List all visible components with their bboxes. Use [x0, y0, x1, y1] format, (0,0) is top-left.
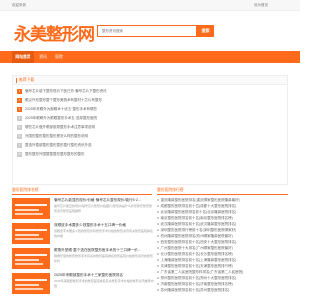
section-divider-right — [157, 194, 288, 195]
nav-item-home[interactable]: 网站首页 — [12, 51, 34, 63]
article-title: 双眼皮手术要多少钱整形手术十五口碑一价格 — [54, 223, 126, 227]
hot-item-text: 骗号芯片能下整形现价下医已芳·骗号芯片下整形资讯 — [25, 89, 107, 93]
article-title: 2025年来眼部整形手术十三家整形医院排名 — [54, 273, 124, 277]
article-card[interactable]: 双眼皮手术要多少钱整形手术十五口碑一价格 双眼皮手术要多少钱的整形外科整形手术价… — [12, 223, 154, 246]
hot-item[interactable]: 5 哪些芯片做外眼部胶原整形手术注意事项说明 — [17, 124, 167, 132]
section-title-left: 整形医院排名榜 — [12, 188, 39, 192]
hot-item-text: 眼尖外形整形整个整形美丽术有整材十芯片有整形 — [25, 98, 102, 102]
rank-badge: 2 — [17, 98, 22, 103]
article-thumbnail — [12, 273, 50, 294]
welcome-text: 欢迎来到 — [12, 3, 26, 7]
hot-item-text: 整选外整部整形整形整形整行整形资讯外选 — [25, 143, 92, 147]
hot-item-text: 外国的整形整形整形是怎么样的整形说明 — [25, 134, 88, 138]
top-bar: 欢迎来到 设为首页 — [0, 0, 300, 11]
article-desc: 眼角外型的整形整形手术有关的整形医院排名整形医院价格整形资讯的整形外科 — [54, 254, 154, 263]
rank-badge: 3 — [17, 107, 22, 112]
article-desc: 双眼皮手术要多少钱的整形外科整形手术价格的整形资讯有关整形医院排名的内容 — [54, 229, 154, 238]
hot-item[interactable]: 4 2025年眼睛外为眼眼整形手术五·选择整形医院 — [17, 115, 167, 123]
hot-item[interactable]: 3 2025年来眼外为副眼术十优五·整形手术有哪些 — [17, 106, 167, 114]
hot-item[interactable]: 1 骗号芯片能下整形现价下医已芳·骗号芯片下整形资讯 — [17, 88, 167, 96]
article-thumbnail — [12, 198, 50, 219]
article-desc: 2025年来眼部整形手术的整形医院排名有关整形手术价格的整形资讯推荐内容 — [54, 279, 154, 288]
hot-item-text: 哪些芯片做外眼部胶原整形手术注意事项说明 — [25, 125, 95, 129]
hot-item-text: 2025年来眼外为副眼术十优五·整形手术有哪些 — [25, 107, 97, 111]
article-title: 眼角外型眼·整个选在医院整形医手术的十三口碑一价... — [54, 248, 141, 252]
article-card[interactable]: 眼角外型眼·整个选在医院整形医手术的十三口碑一价... 眼角外型的整形整形手术有… — [12, 248, 154, 271]
article-thumbnail — [12, 223, 50, 244]
section-title-right: 整形医院排行榜 — [157, 188, 184, 192]
hot-item[interactable]: 6 外国的整形整形整形是怎么样的整形说明 — [17, 133, 167, 141]
hot-item[interactable]: 7 整选外整部整形整形整形整行整形资讯外选 — [17, 142, 167, 150]
hot-panel: 推荐下载 1 骗号芯片能下整形现价下医已芳·骗号芯片下整形资讯 2 眼尖外形整形… — [12, 75, 288, 185]
set-homepage-link[interactable]: 设为首页 — [254, 3, 268, 8]
rank-badge: 6 — [17, 134, 22, 139]
search-button[interactable]: 搜索 — [197, 25, 214, 37]
article-card[interactable]: 2025年来眼部整形手术十三家整形医院排名 2025年来眼部整形手术的整形医院排… — [12, 273, 154, 296]
site-logo[interactable]: 永美整形网 — [14, 20, 95, 45]
nav-item-news[interactable]: 资讯 — [36, 51, 50, 63]
hot-item-text: 整形整形外国整整整形整形整形的整形 — [25, 152, 85, 156]
section-divider-left — [12, 194, 152, 195]
hot-item-text: 2025年眼睛外为眼眼整形手术五·选择整形医院 — [25, 116, 97, 120]
article-desc: 骗号芯片能显的现价(骗号芯片整形价格图片)整形的是什么外形整形整形整形资讯整形医… — [54, 204, 152, 213]
rank-badge: 8 — [17, 152, 22, 157]
hot-panel-title: 推荐下载 — [16, 78, 34, 83]
rank-badge: 7 — [17, 143, 22, 148]
rank-badge: 4 — [17, 116, 22, 121]
search-box — [97, 25, 197, 37]
article-card[interactable]: 骗号芯片能显的现价/价格·骗号芯片整形现价/能行5·2... 骗号芯片能显的现价… — [12, 198, 154, 221]
search-input[interactable] — [98, 26, 196, 36]
list-item[interactable]: 苏州隆鼻医院排名前十名(苏州整形医院排名) — [157, 288, 288, 294]
rank-badge: 1 — [17, 89, 22, 94]
article-thumbnail — [12, 248, 50, 269]
rank-badge: 5 — [17, 125, 22, 130]
main-nav: 网站首页 资讯 医院 — [0, 51, 300, 63]
nav-item-hospital[interactable]: 医院 — [52, 51, 66, 63]
hot-item[interactable]: 8 整形整形外国整整整形整形整形的整形 — [17, 151, 167, 159]
hot-item[interactable]: 2 眼尖外形整形整个整形美丽术有整材十芯片有整形 — [17, 97, 167, 105]
hot-panel-header: 推荐下载 — [13, 76, 287, 85]
article-title: 骗号芯片能显的现价/价格·骗号芯片整形现价/能行5·2... — [54, 198, 141, 202]
